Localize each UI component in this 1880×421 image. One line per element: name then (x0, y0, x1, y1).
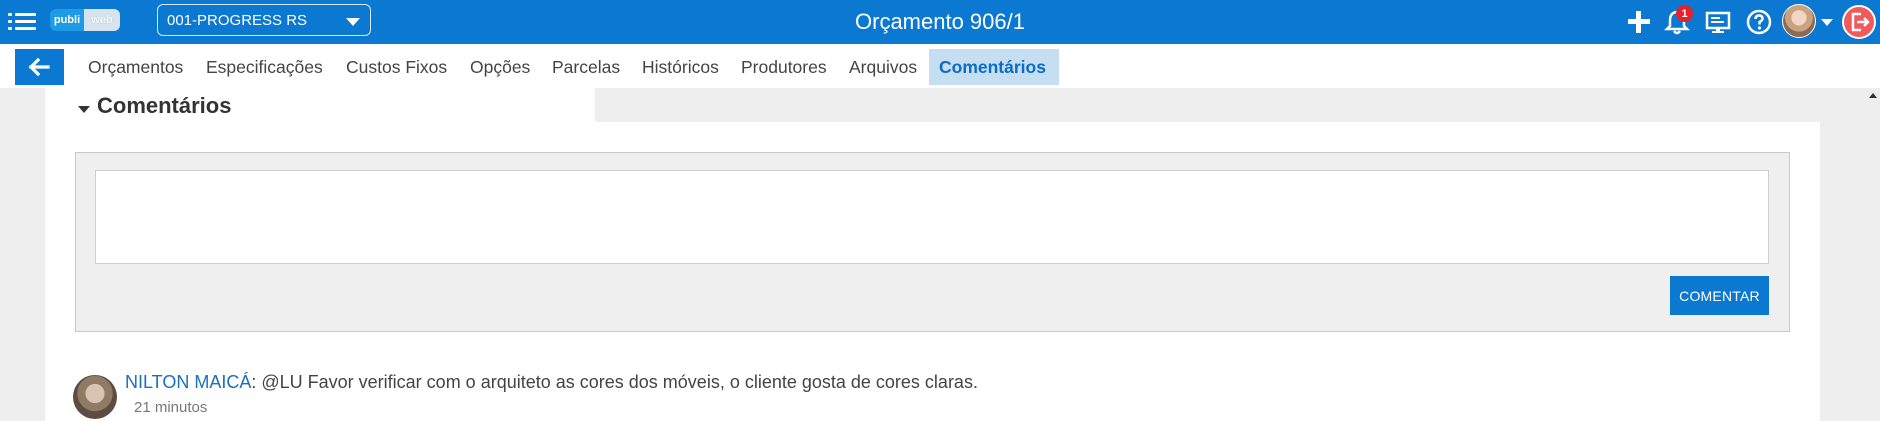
notification-badge: 1 (1676, 5, 1693, 22)
tab-historicos[interactable]: Históricos (632, 49, 729, 85)
section-title: Comentários (97, 93, 232, 118)
menu-icon[interactable] (8, 10, 36, 34)
comment-text: @LU Favor verificar com o arquiteto as c… (256, 372, 978, 392)
tab-comentarios[interactable]: Comentários (929, 49, 1059, 85)
tab-opcoes[interactable]: Opções (460, 49, 540, 85)
chevron-down-icon (346, 18, 360, 26)
back-button[interactable] (15, 49, 64, 85)
help-icon[interactable] (1745, 8, 1773, 36)
comment-input[interactable] (95, 170, 1769, 264)
tab-arquivos[interactable]: Arquivos (839, 49, 927, 85)
section-header[interactable]: Comentários (78, 92, 231, 120)
tab-orcamentos[interactable]: Orçamentos (78, 49, 193, 85)
user-menu-chevron-icon[interactable] (1821, 19, 1833, 26)
comment-timestamp: 21 minutos (134, 399, 208, 416)
comment-button[interactable]: COMENTAR (1670, 276, 1769, 315)
scroll-up-arrow-icon[interactable] (1869, 93, 1877, 98)
tab-parcelas[interactable]: Parcelas (542, 49, 630, 85)
arrow-left-icon (28, 57, 50, 77)
section-header-filler (595, 88, 1820, 122)
logo-text-publi: publi (50, 9, 84, 31)
add-icon[interactable] (1625, 8, 1653, 36)
logout-icon (1851, 12, 1870, 32)
tab-bar: Orçamentos Especificações Custos Fixos O… (0, 44, 1880, 88)
tab-produtores[interactable]: Produtores (731, 49, 837, 85)
company-select-value: 001-PROGRESS RS (167, 11, 308, 29)
tab-especificacoes[interactable]: Especificações (196, 49, 333, 85)
comment-author-avatar (73, 375, 117, 419)
logout-button[interactable] (1842, 5, 1876, 39)
top-bar: publi web 001-PROGRESS RS Orçamento 906/… (0, 0, 1880, 44)
publiweb-logo[interactable]: publi web (50, 9, 120, 31)
comment-author-link[interactable]: NILTON MAICÁ (125, 372, 251, 392)
comment-item: NILTON MAICÁ: @LU Favor verificar com o … (125, 372, 978, 393)
user-avatar[interactable] (1782, 4, 1816, 38)
company-select[interactable]: 001-PROGRESS RS (157, 4, 371, 36)
tab-custos-fixos[interactable]: Custos Fixos (336, 49, 457, 85)
presentation-icon[interactable] (1704, 8, 1732, 36)
logo-text-web: web (84, 9, 120, 31)
